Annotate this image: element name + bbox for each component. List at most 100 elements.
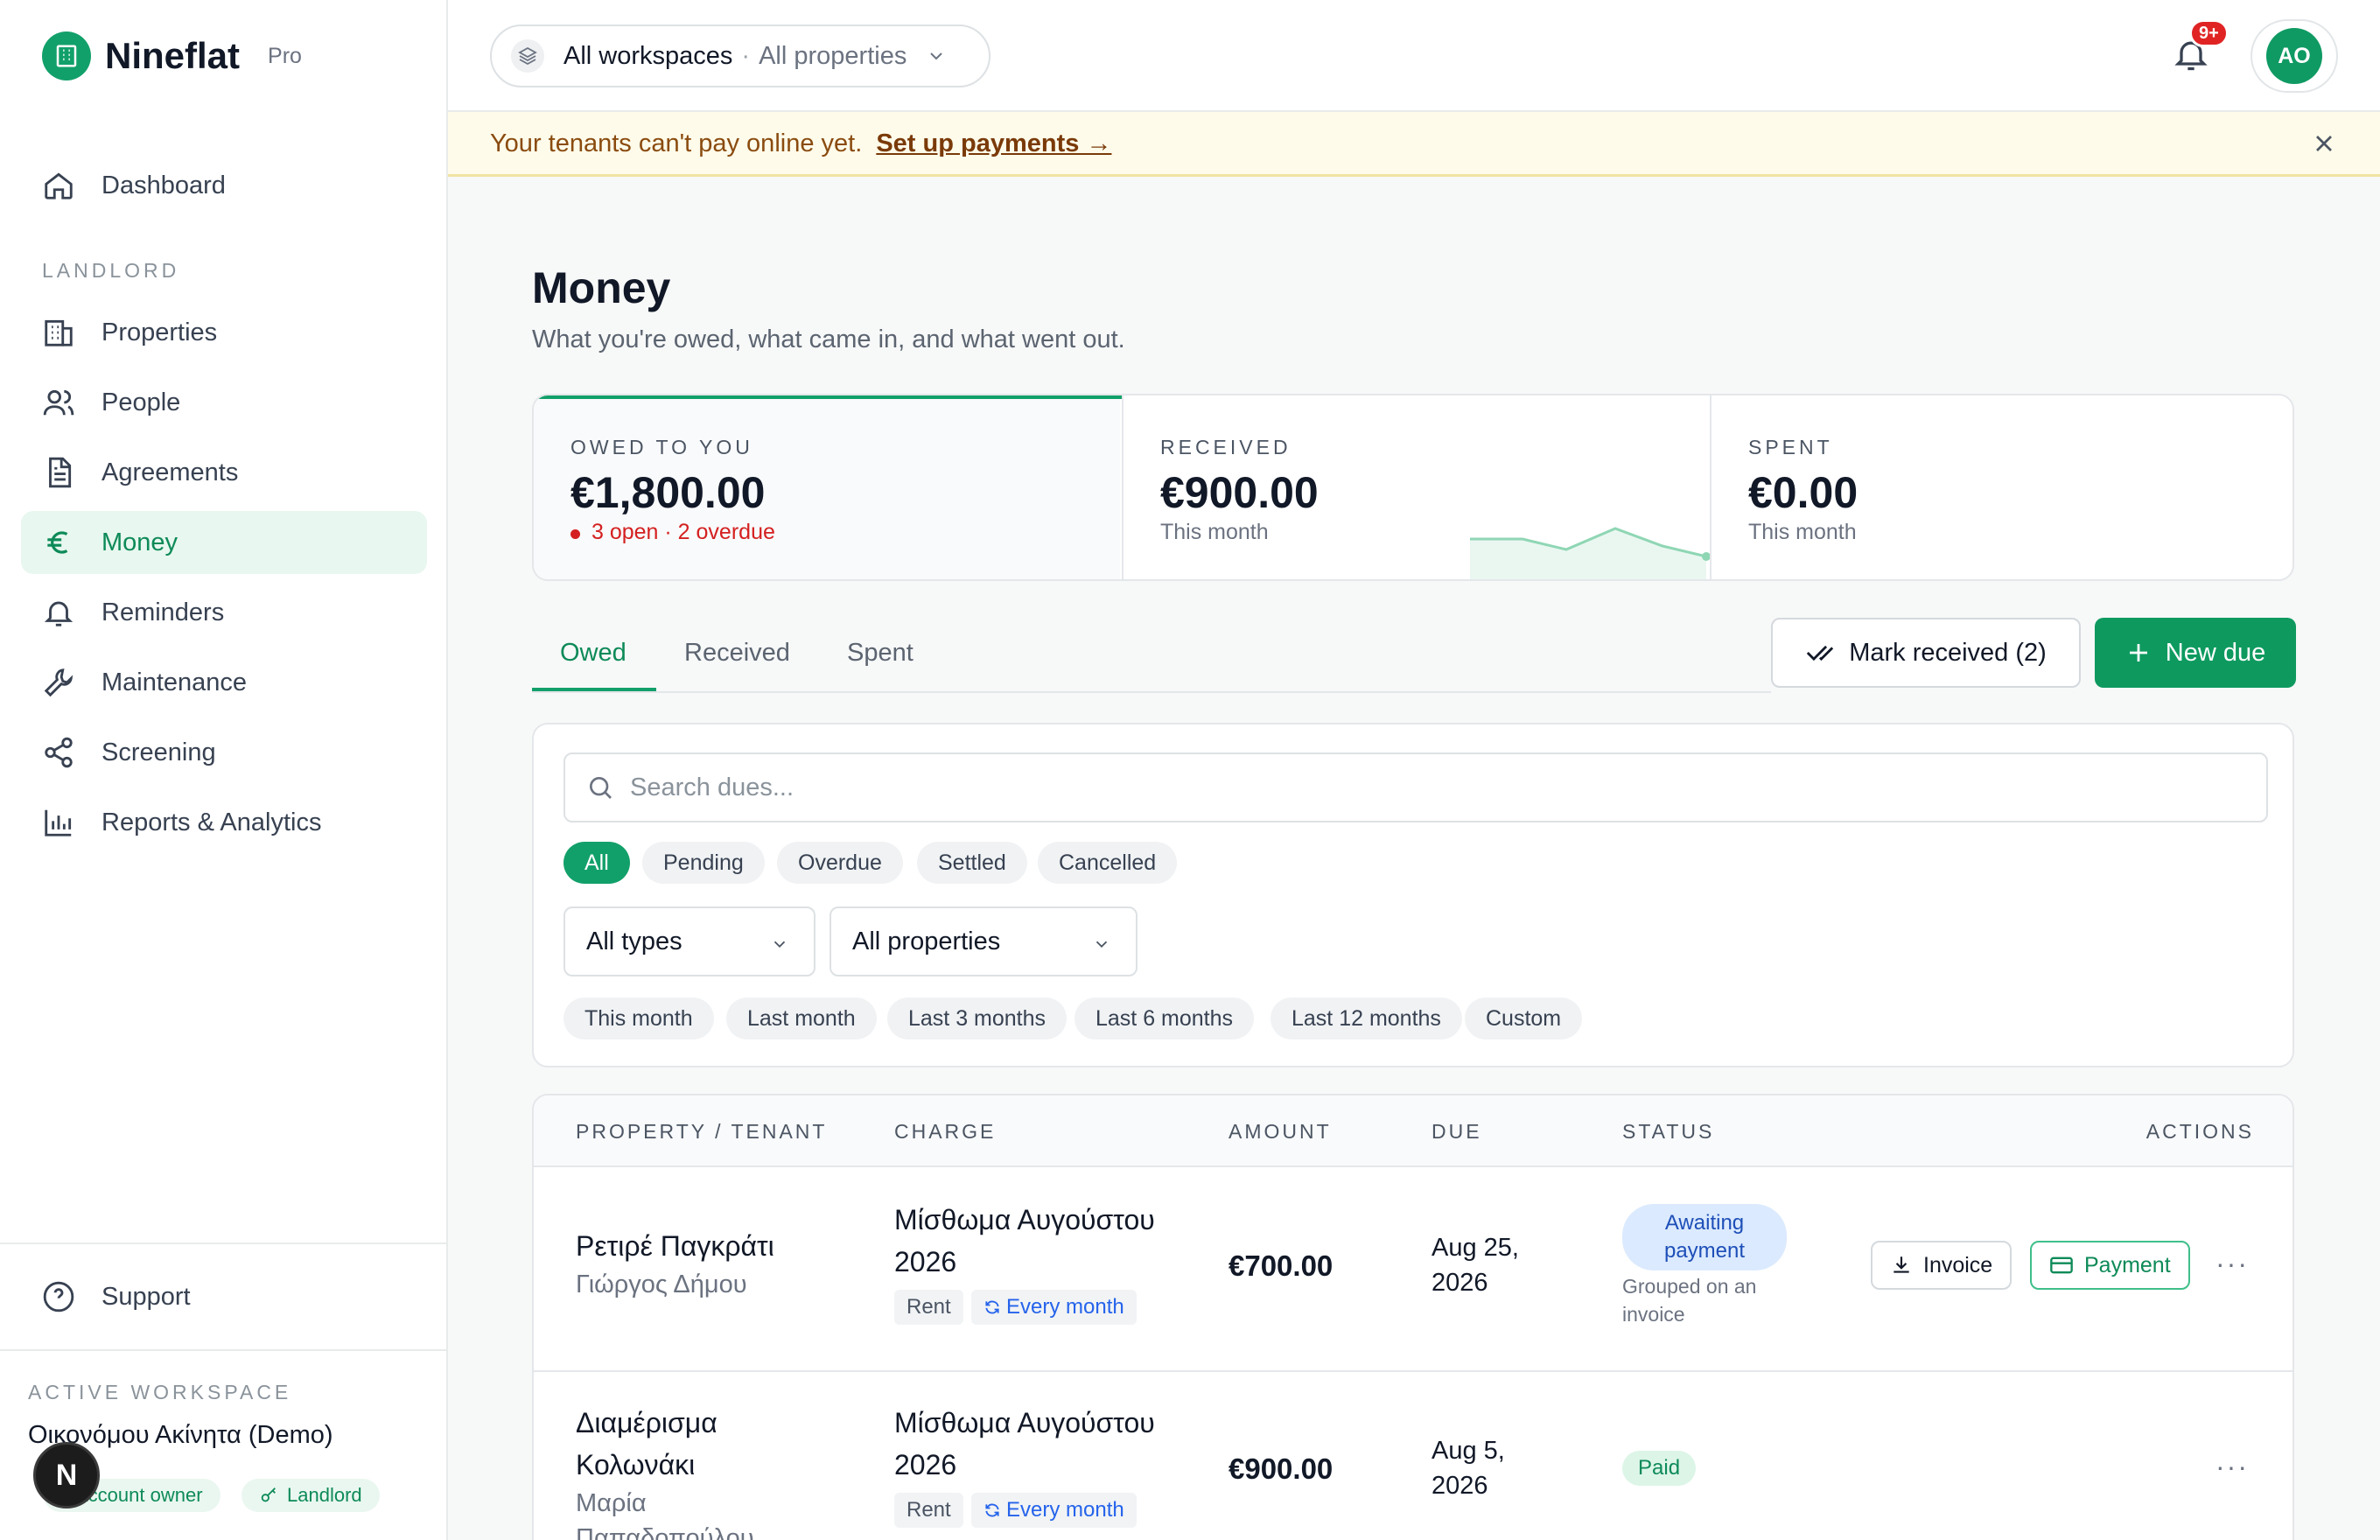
users-icon xyxy=(43,389,74,416)
sidebar-item-reports[interactable]: Reports & Analytics xyxy=(21,791,427,854)
sidebar-item-people[interactable]: People xyxy=(21,371,427,434)
mark-received-button[interactable]: Mark received (2) xyxy=(1771,618,2081,688)
sidebar-item-reminders[interactable]: Reminders xyxy=(21,581,427,644)
more-actions-button[interactable]: ··· xyxy=(2216,1451,2249,1483)
status-badge: Awaiting payment xyxy=(1622,1204,1787,1270)
setup-payments-link[interactable]: Set up payments → xyxy=(876,130,1111,158)
key-icon xyxy=(261,1488,276,1502)
money-tabs: Owed Received Spent xyxy=(532,612,1771,693)
new-due-button[interactable]: New due xyxy=(2095,618,2296,688)
recurrence-tag: Every month xyxy=(971,1493,1137,1528)
sidebar-item-label: Screening xyxy=(102,738,216,766)
button-label: Payment xyxy=(2084,1252,2171,1278)
column-header[interactable]: DUE xyxy=(1432,1120,1482,1144)
document-icon xyxy=(49,457,72,488)
period-chip-custom[interactable]: Custom xyxy=(1465,998,1583,1040)
building-icon xyxy=(45,319,73,346)
amount: €900.00 xyxy=(1228,1452,1334,1485)
select-value: All properties xyxy=(852,927,1001,956)
share-icon xyxy=(45,737,73,768)
payment-button[interactable]: Payment xyxy=(2030,1241,2190,1290)
sidebar-item-screening[interactable]: Screening xyxy=(21,721,427,784)
chevron-down-icon xyxy=(1096,941,1108,948)
due-date: Aug 5, 2026 xyxy=(1432,1437,1505,1500)
banner-close-button[interactable] xyxy=(2310,130,2338,158)
role-badge-landlord: Landlord xyxy=(242,1479,380,1512)
banner-text: Your tenants can't pay online yet. xyxy=(490,130,863,158)
received-sparkline xyxy=(1470,527,1711,579)
button-label: Invoice xyxy=(1923,1252,1993,1278)
status-chip-all[interactable]: All xyxy=(564,842,630,884)
property-name[interactable]: Ρετιρέ Παγκράτι xyxy=(576,1225,774,1267)
layers-icon xyxy=(511,39,544,73)
chevron-down-icon xyxy=(774,941,786,948)
workspace-selected: All workspaces xyxy=(564,41,733,70)
user-menu-button[interactable]: AO xyxy=(2250,19,2338,93)
stat-received[interactable]: RECEIVED €900.00 This month xyxy=(1124,396,1711,579)
stat-spent[interactable]: SPENT €0.00 This month xyxy=(1712,396,2292,579)
euro-icon xyxy=(47,531,68,554)
workspace-switcher[interactable]: All workspaces · All properties xyxy=(490,24,990,88)
tab-spent[interactable]: Spent xyxy=(847,639,914,668)
due-date: Aug 25, 2026 xyxy=(1432,1234,1519,1297)
sidebar-item-maintenance[interactable]: Maintenance xyxy=(21,651,427,714)
sidebar-item-money[interactable]: Money xyxy=(21,511,427,574)
status-note: Grouped on an invoice xyxy=(1622,1275,1757,1326)
tab-received[interactable]: Received xyxy=(684,639,790,668)
page-subtitle: What you're owed, what came in, and what… xyxy=(532,326,1125,354)
stat-period: This month xyxy=(1160,520,1269,544)
active-tab-indicator xyxy=(532,688,656,691)
brand-name: Nineflat xyxy=(105,35,241,76)
bar-chart-icon xyxy=(45,809,72,836)
more-actions-button[interactable]: ··· xyxy=(2216,1248,2249,1280)
sidebar: Nineflat Pro Dashboard LANDLORD Properti… xyxy=(0,0,448,1540)
table-row[interactable]: Διαμέρισμα Κολωνάκι Μαρία Παπαδοπούλου Μ… xyxy=(534,1374,2292,1540)
status-chip-overdue[interactable]: Overdue xyxy=(777,842,903,884)
sidebar-item-agreements[interactable]: Agreements xyxy=(21,441,427,504)
stat-owed[interactable]: OWED TO YOU €1,800.00 3 open · 2 overdue xyxy=(534,396,1122,579)
wrench-icon xyxy=(44,668,74,697)
status-chip-pending[interactable]: Pending xyxy=(642,842,765,884)
property-name[interactable]: Διαμέρισμα Κολωνάκι xyxy=(576,1402,803,1486)
topbar: All workspaces · All properties 9+ AO xyxy=(448,0,2380,112)
period-chip-last-3-months[interactable]: Last 3 months xyxy=(887,998,1068,1040)
column-header[interactable]: AMOUNT xyxy=(1228,1120,1332,1144)
sidebar-item-support[interactable]: Support xyxy=(21,1265,427,1328)
property-select[interactable]: All properties xyxy=(830,906,1138,976)
status-chip-settled[interactable]: Settled xyxy=(917,842,1027,884)
status-chip-cancelled[interactable]: Cancelled xyxy=(1038,842,1178,884)
repeat-icon xyxy=(985,1300,999,1314)
period-chip-last-12-months[interactable]: Last 12 months xyxy=(1270,998,1462,1040)
tab-owed[interactable]: Owed xyxy=(560,639,626,668)
column-header[interactable]: PROPERTY / TENANT xyxy=(576,1120,827,1144)
column-header[interactable]: CHARGE xyxy=(894,1120,996,1144)
period-chip-last-6-months[interactable]: Last 6 months xyxy=(1074,998,1255,1040)
next-dev-badge[interactable]: N xyxy=(33,1442,100,1508)
search-input[interactable] xyxy=(630,773,2205,802)
column-header[interactable]: STATUS xyxy=(1622,1120,1714,1144)
download-icon xyxy=(1894,1256,1909,1273)
chevron-down-icon xyxy=(930,52,943,60)
sidebar-item-dashboard[interactable]: Dashboard xyxy=(21,154,427,217)
sidebar-item-label: Money xyxy=(102,528,178,556)
brand[interactable]: Nineflat Pro xyxy=(42,32,302,80)
type-select[interactable]: All types xyxy=(564,906,816,976)
recurrence-label: Every month xyxy=(1006,1498,1124,1522)
status-badge: Paid xyxy=(1622,1451,1697,1486)
period-chip-this-month[interactable]: This month xyxy=(564,998,714,1040)
period-chip-last-month[interactable]: Last month xyxy=(726,998,877,1040)
sidebar-item-properties[interactable]: Properties xyxy=(21,301,427,364)
search-box[interactable] xyxy=(564,752,2268,822)
charge-type-tag: Rent xyxy=(894,1493,963,1528)
close-icon xyxy=(2316,136,2332,151)
home-icon xyxy=(45,172,73,200)
tenant-name: Γιώργος Δήμου xyxy=(576,1270,747,1298)
button-label: Mark received (2) xyxy=(1849,638,2047,667)
plus-icon xyxy=(2129,644,2147,662)
table-row[interactable]: Ρετιρέ Παγκράτι Γιώργος Δήμου Μίσθωμα Αυ… xyxy=(534,1169,2292,1372)
invoice-button[interactable]: Invoice xyxy=(1871,1241,2012,1290)
recurrence-tag: Every month xyxy=(971,1290,1137,1325)
stat-value: €0.00 xyxy=(1748,468,1858,517)
help-circle-icon xyxy=(43,1281,74,1312)
stat-overdue-note: 3 open · 2 overdue xyxy=(570,520,775,545)
